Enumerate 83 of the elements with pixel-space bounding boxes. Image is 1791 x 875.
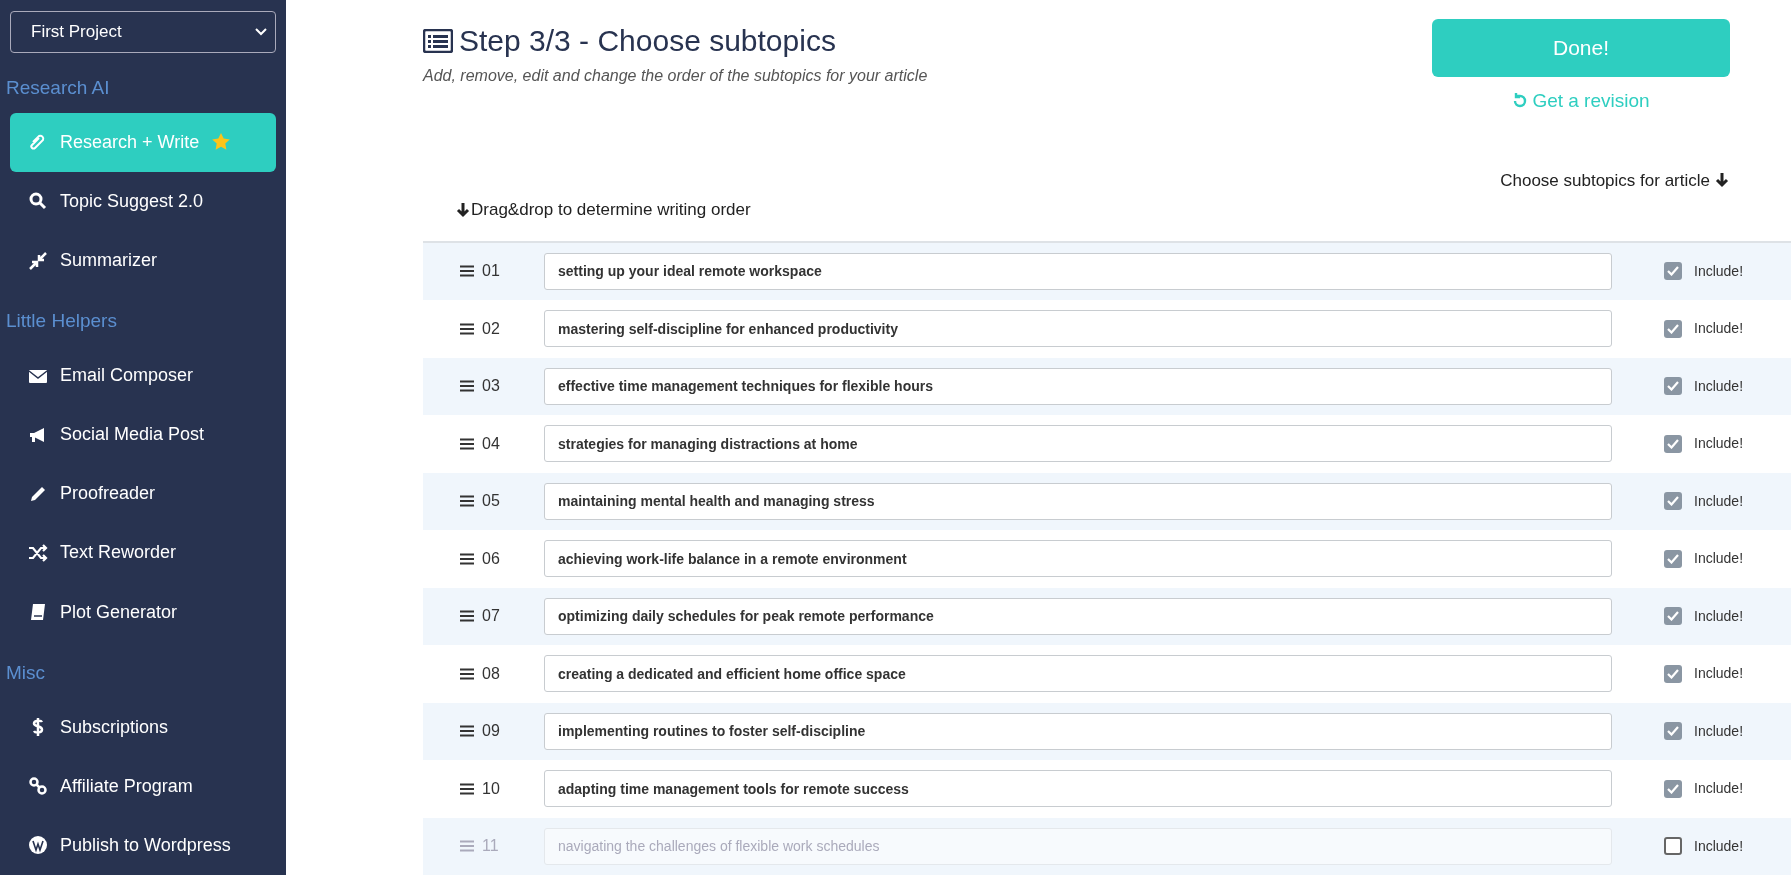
drag-handle-icon[interactable] bbox=[460, 495, 474, 508]
link-icon bbox=[28, 776, 48, 797]
row-number: 04 bbox=[482, 433, 501, 454]
include-label: Include! bbox=[1694, 434, 1744, 454]
sidebar-item[interactable]: Email Composer bbox=[10, 345, 276, 406]
sidebar-item[interactable]: Subscriptions bbox=[10, 697, 276, 757]
drag-label: Drag&drop to determine writing order bbox=[471, 199, 751, 221]
subtopic-field[interactable]: achieving work-life balance in a remote environment bbox=[544, 540, 1612, 578]
subtopic-field[interactable]: mastering self-discipline for enhanced productivity bbox=[544, 310, 1612, 348]
sidebar-item[interactable]: Social Media Post bbox=[10, 405, 276, 465]
drag-handle-icon[interactable] bbox=[460, 782, 474, 795]
include-checkbox[interactable] bbox=[1664, 549, 1682, 568]
row-number: 02 bbox=[482, 318, 501, 339]
row-number: 11 bbox=[482, 836, 500, 857]
include-label: Include! bbox=[1694, 549, 1744, 569]
page-title: Step 3/3 - Choose subtopics bbox=[459, 23, 836, 59]
section-heading: Misc bbox=[5, 660, 47, 685]
include-label: Include! bbox=[1694, 836, 1744, 856]
include-checkbox[interactable] bbox=[1664, 664, 1682, 683]
row-number: 06 bbox=[482, 548, 501, 569]
undo-icon bbox=[1512, 93, 1529, 110]
subtopic-field[interactable]: implementing routines to foster self-discipline bbox=[544, 712, 1612, 750]
subtopic-field[interactable]: setting up your ideal remote workspace bbox=[544, 252, 1612, 290]
include-label: Include! bbox=[1694, 779, 1744, 799]
drag-handle-icon[interactable] bbox=[460, 437, 474, 450]
sidebar-item[interactable]: Text Reworder bbox=[10, 523, 276, 583]
include-label: Include! bbox=[1694, 491, 1744, 511]
include-checkbox[interactable] bbox=[1664, 492, 1682, 511]
arrow-down-icon bbox=[455, 201, 471, 218]
include-checkbox[interactable] bbox=[1664, 607, 1682, 626]
subtopic-field[interactable]: adapting time management tools for remote success bbox=[544, 770, 1612, 808]
sidebar-item[interactable]: Topic Suggest 2.0 bbox=[10, 171, 276, 232]
row-number: 03 bbox=[482, 376, 501, 397]
include-checkbox[interactable] bbox=[1664, 779, 1682, 798]
drag-handle-icon[interactable] bbox=[460, 380, 474, 393]
drag-handle-icon[interactable] bbox=[460, 725, 474, 738]
sidebar-item[interactable]: Proofreader bbox=[10, 464, 276, 524]
row-number: 09 bbox=[482, 721, 501, 742]
subtopic-field[interactable]: optimizing daily schedules for peak remote performance bbox=[544, 597, 1612, 635]
subtopic-field[interactable]: creating a dedicated and efficient home office space bbox=[544, 655, 1612, 693]
drag-handle-icon[interactable] bbox=[460, 610, 474, 623]
sidebar-item[interactable]: Plot Generator bbox=[10, 582, 276, 642]
row-number: 01 bbox=[482, 261, 501, 282]
include-label: Include! bbox=[1694, 319, 1744, 339]
include-label: Include! bbox=[1694, 606, 1744, 626]
search-icon bbox=[28, 191, 48, 212]
shuffle-icon bbox=[28, 542, 48, 563]
drag-handle-icon[interactable] bbox=[460, 265, 474, 278]
drag-handle-icon[interactable] bbox=[460, 840, 474, 853]
include-label: Include! bbox=[1694, 721, 1744, 741]
include-label: Include! bbox=[1694, 664, 1744, 684]
arrow-down-icon bbox=[1714, 172, 1730, 189]
include-label: Include! bbox=[1694, 376, 1744, 396]
include-label: Include! bbox=[1694, 261, 1744, 281]
section-heading: Little Helpers bbox=[5, 309, 118, 334]
row-number: 08 bbox=[482, 663, 501, 684]
subtopic-field[interactable]: maintaining mental health and managing stress bbox=[544, 482, 1612, 520]
sidebar-item[interactable]: Summarizer bbox=[10, 231, 276, 291]
row-number: 10 bbox=[482, 778, 501, 799]
page-subtitle: Add, remove, edit and change the order of the subtopics for your article bbox=[423, 66, 929, 86]
drag-handle-icon[interactable] bbox=[460, 322, 474, 335]
include-checkbox[interactable] bbox=[1664, 262, 1682, 281]
include-checkbox[interactable] bbox=[1664, 319, 1682, 338]
subtopic-field[interactable]: effective time management techniques for flexible hours bbox=[544, 367, 1612, 405]
drag-handle-icon[interactable] bbox=[460, 667, 474, 680]
subtopic-field[interactable]: strategies for managing distractions at home bbox=[544, 425, 1612, 463]
sidebar-item[interactable]: Affiliate Program bbox=[10, 756, 276, 816]
row-number: 07 bbox=[482, 606, 501, 627]
book-icon bbox=[28, 602, 48, 623]
section-heading: Research AI bbox=[5, 76, 111, 101]
choose-label: Choose subtopics for article bbox=[1500, 169, 1710, 192]
chevron-down-icon bbox=[255, 28, 267, 36]
row-number: 05 bbox=[482, 491, 501, 512]
project-select[interactable]: First Project bbox=[10, 11, 276, 53]
include-checkbox[interactable] bbox=[1664, 722, 1682, 741]
include-checkbox[interactable] bbox=[1664, 434, 1682, 453]
include-checkbox[interactable] bbox=[1664, 837, 1682, 856]
drag-handle-icon[interactable] bbox=[460, 552, 474, 565]
list-icon bbox=[423, 29, 453, 53]
compress-icon bbox=[28, 250, 48, 271]
include-checkbox[interactable] bbox=[1664, 377, 1682, 396]
wordpress-icon bbox=[28, 835, 48, 856]
sidebar-item[interactable]: Publish to Wordpress bbox=[10, 815, 276, 875]
